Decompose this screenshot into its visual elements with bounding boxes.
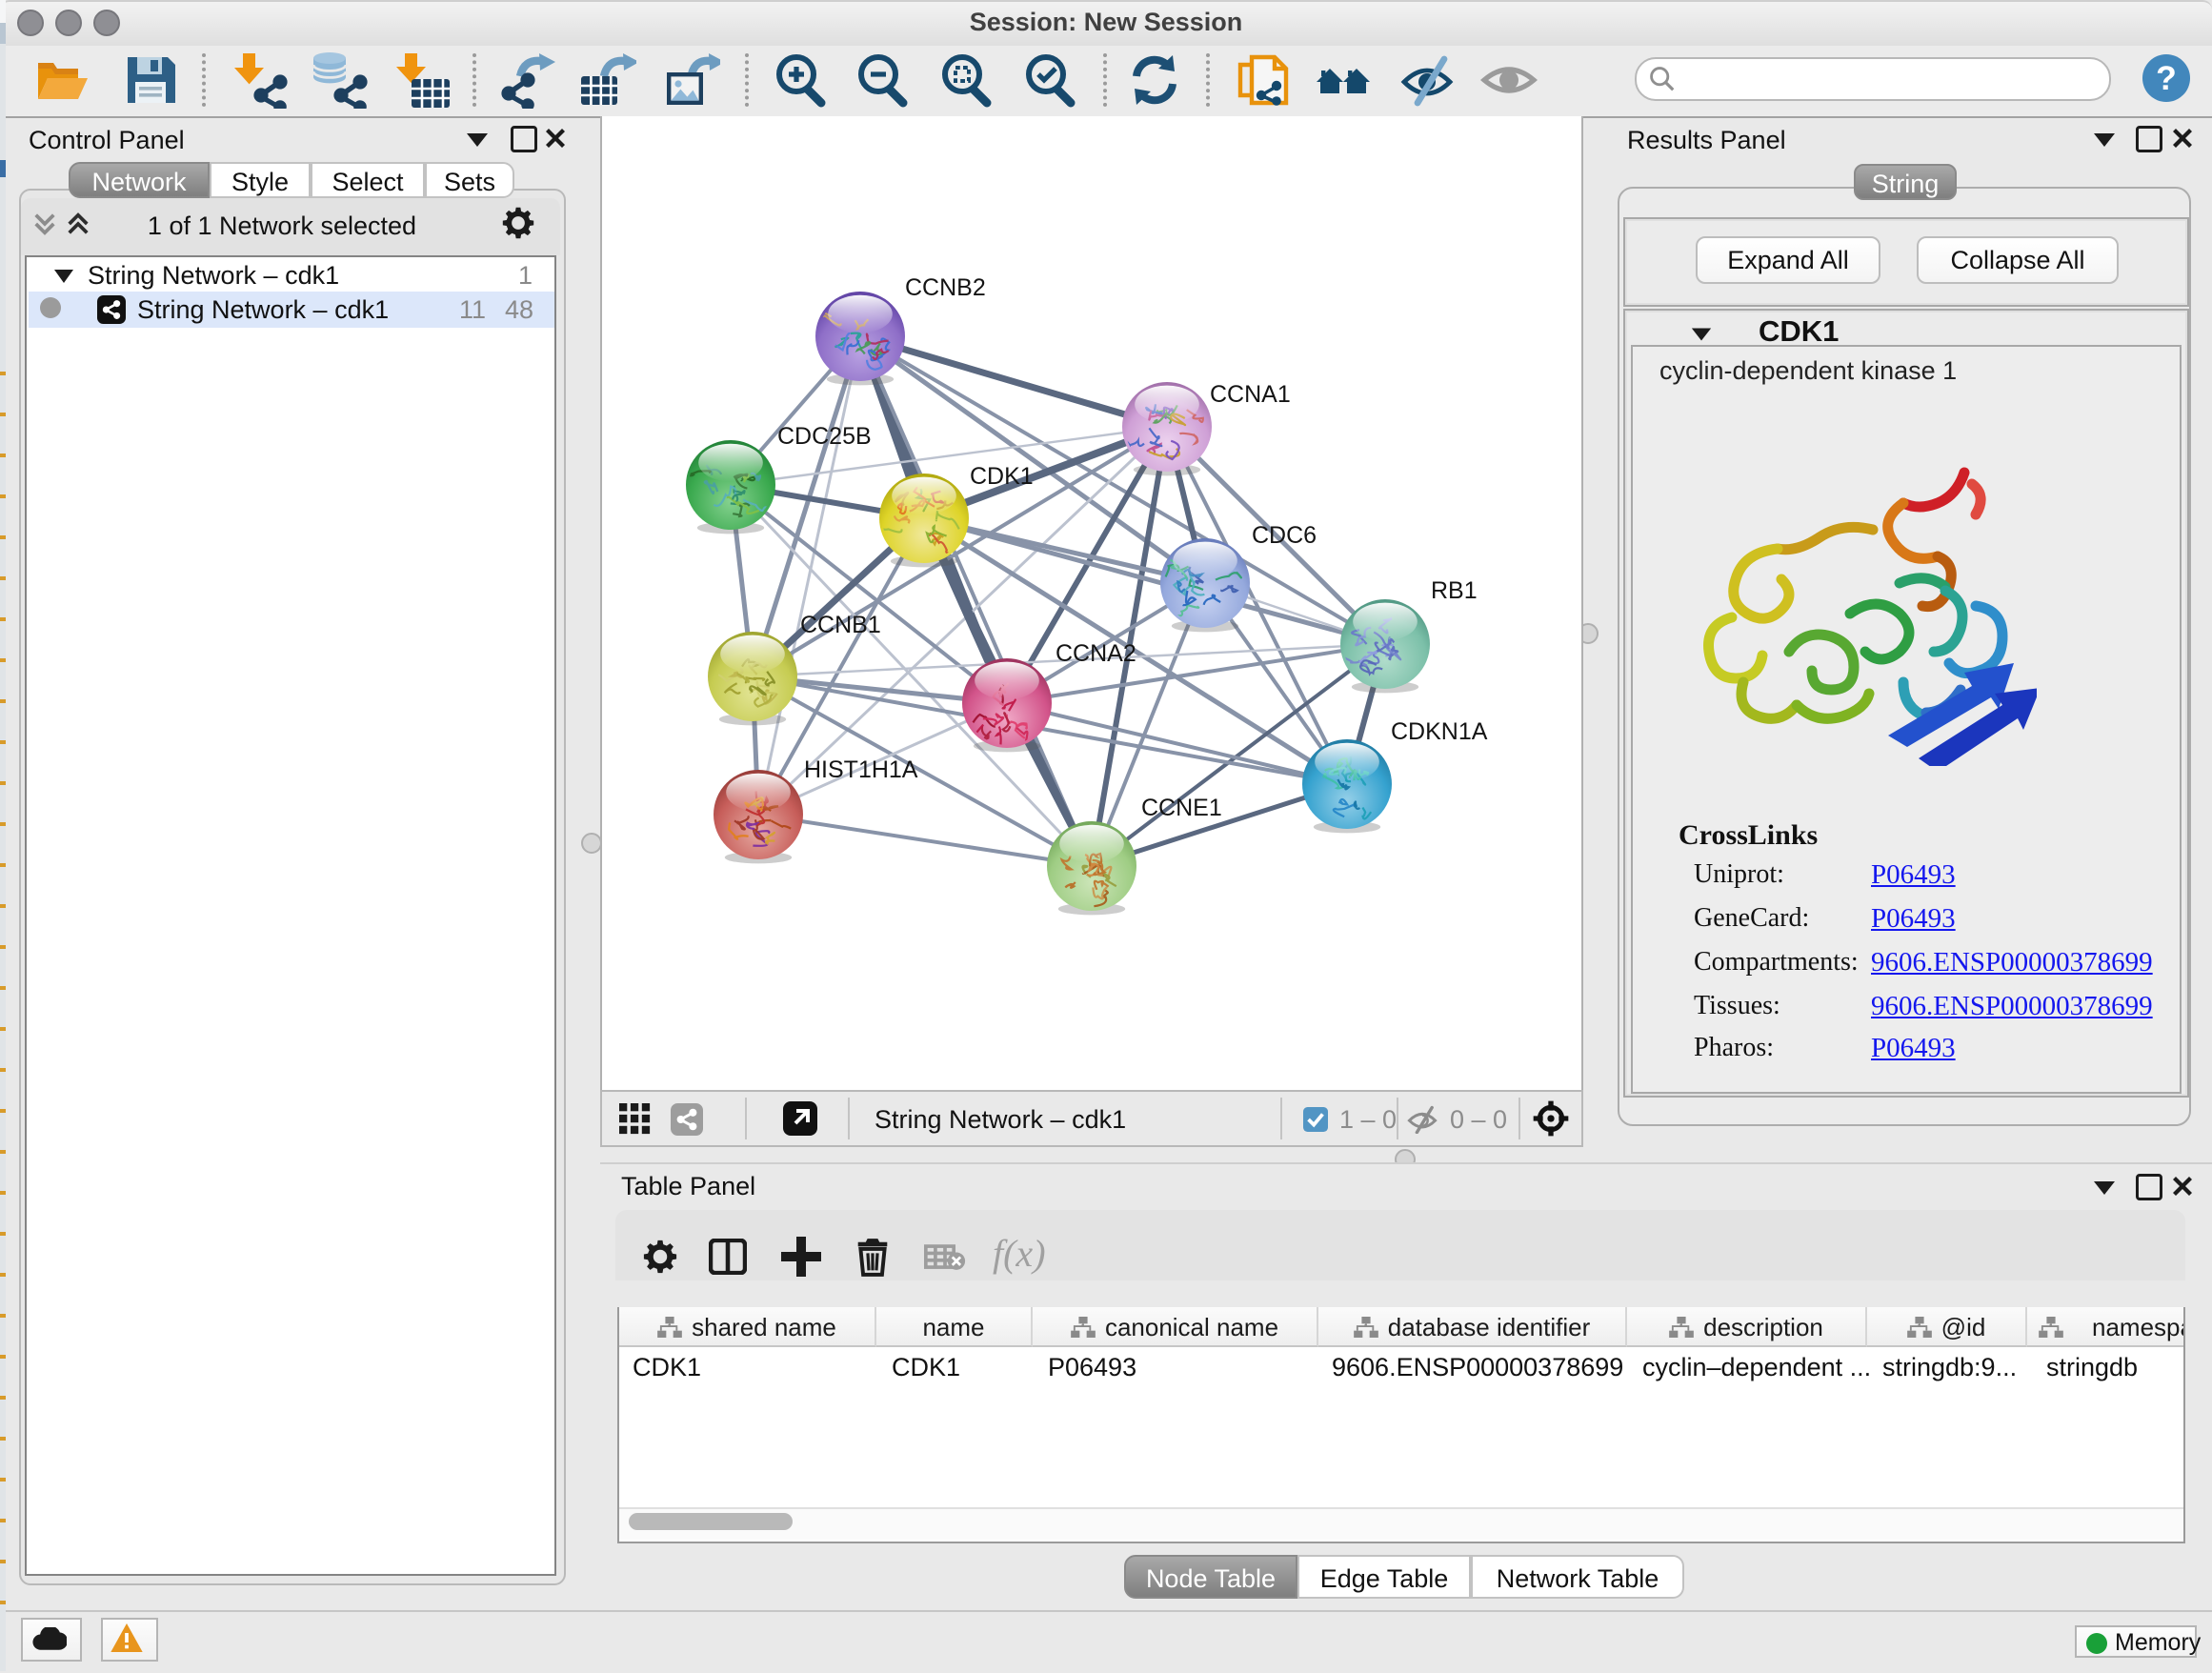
svg-text:CDKN1A: CDKN1A [1391,718,1488,745]
svg-text:CCNB2: CCNB2 [905,274,986,301]
svg-text:CCNB1: CCNB1 [800,612,881,638]
svg-text:RB1: RB1 [1431,577,1478,604]
svg-text:CCNA1: CCNA1 [1210,381,1291,408]
svg-text:?: ? [2156,59,2177,97]
svg-text:CDC6: CDC6 [1252,522,1317,549]
svg-text:HIST1H1A: HIST1H1A [804,756,918,783]
svg-text:CDK1: CDK1 [970,463,1034,490]
svg-text:CCNA2: CCNA2 [1056,640,1136,667]
svg-text:CCNE1: CCNE1 [1141,795,1222,821]
svg-text:CDC25B: CDC25B [777,423,872,450]
